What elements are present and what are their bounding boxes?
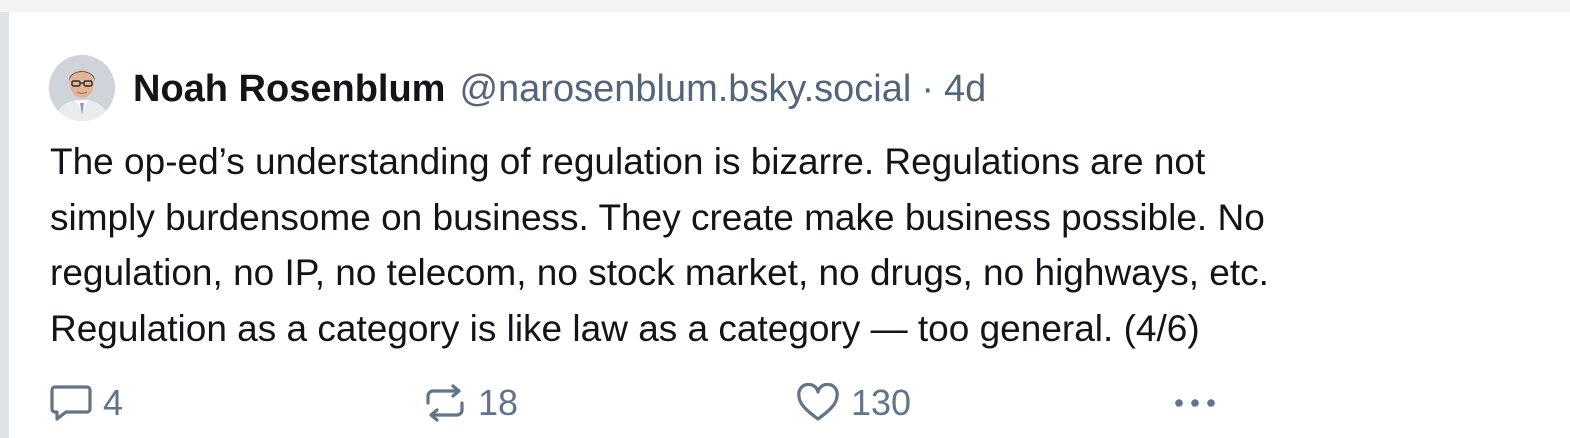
user-photo-avatar-icon: [49, 55, 115, 121]
author-display-name[interactable]: Noah Rosenblum: [133, 64, 445, 114]
repost-icon: [426, 384, 464, 422]
more-options-button[interactable]: [1169, 378, 1221, 428]
post[interactable]: Noah Rosenblum @narosenblum.bsky.social …: [9, 12, 1570, 438]
post-text-line: regulation, no IP, no telecom, no stock …: [50, 252, 1269, 293]
like-count: 130: [851, 382, 912, 423]
post-actions: 4 18 130: [9, 378, 1570, 428]
post-text-line: simply burdensome on business. They crea…: [50, 196, 1265, 238]
reply-count: 4: [103, 382, 124, 423]
post-timestamp[interactable]: 4d: [944, 64, 986, 114]
reply-icon: [50, 385, 92, 421]
header-separator: ·: [921, 68, 934, 110]
heart-icon: [797, 383, 839, 421]
repost-count: 18: [478, 382, 519, 423]
post-text-line: Regulation as a category is like law as …: [50, 307, 1200, 349]
post-frame: Noah Rosenblum @narosenblum.bsky.social …: [0, 0, 1570, 438]
post-text-line: The op-ed’s understanding of regulation …: [50, 141, 1206, 182]
reply-button[interactable]: 4: [49, 378, 123, 428]
like-button[interactable]: 130: [795, 378, 911, 428]
post-header: Noah Rosenblum @narosenblum.bsky.social …: [133, 64, 986, 114]
author-handle[interactable]: @narosenblum.bsky.social: [459, 64, 911, 114]
repost-button[interactable]: 18: [422, 378, 518, 428]
post-text: The op-ed’s understanding of regulation …: [50, 134, 1530, 356]
avatar[interactable]: [49, 55, 115, 121]
more-options-icon: [1175, 399, 1215, 407]
previous-post-divider: [0, 0, 1570, 12]
thread-line: [0, 12, 9, 438]
